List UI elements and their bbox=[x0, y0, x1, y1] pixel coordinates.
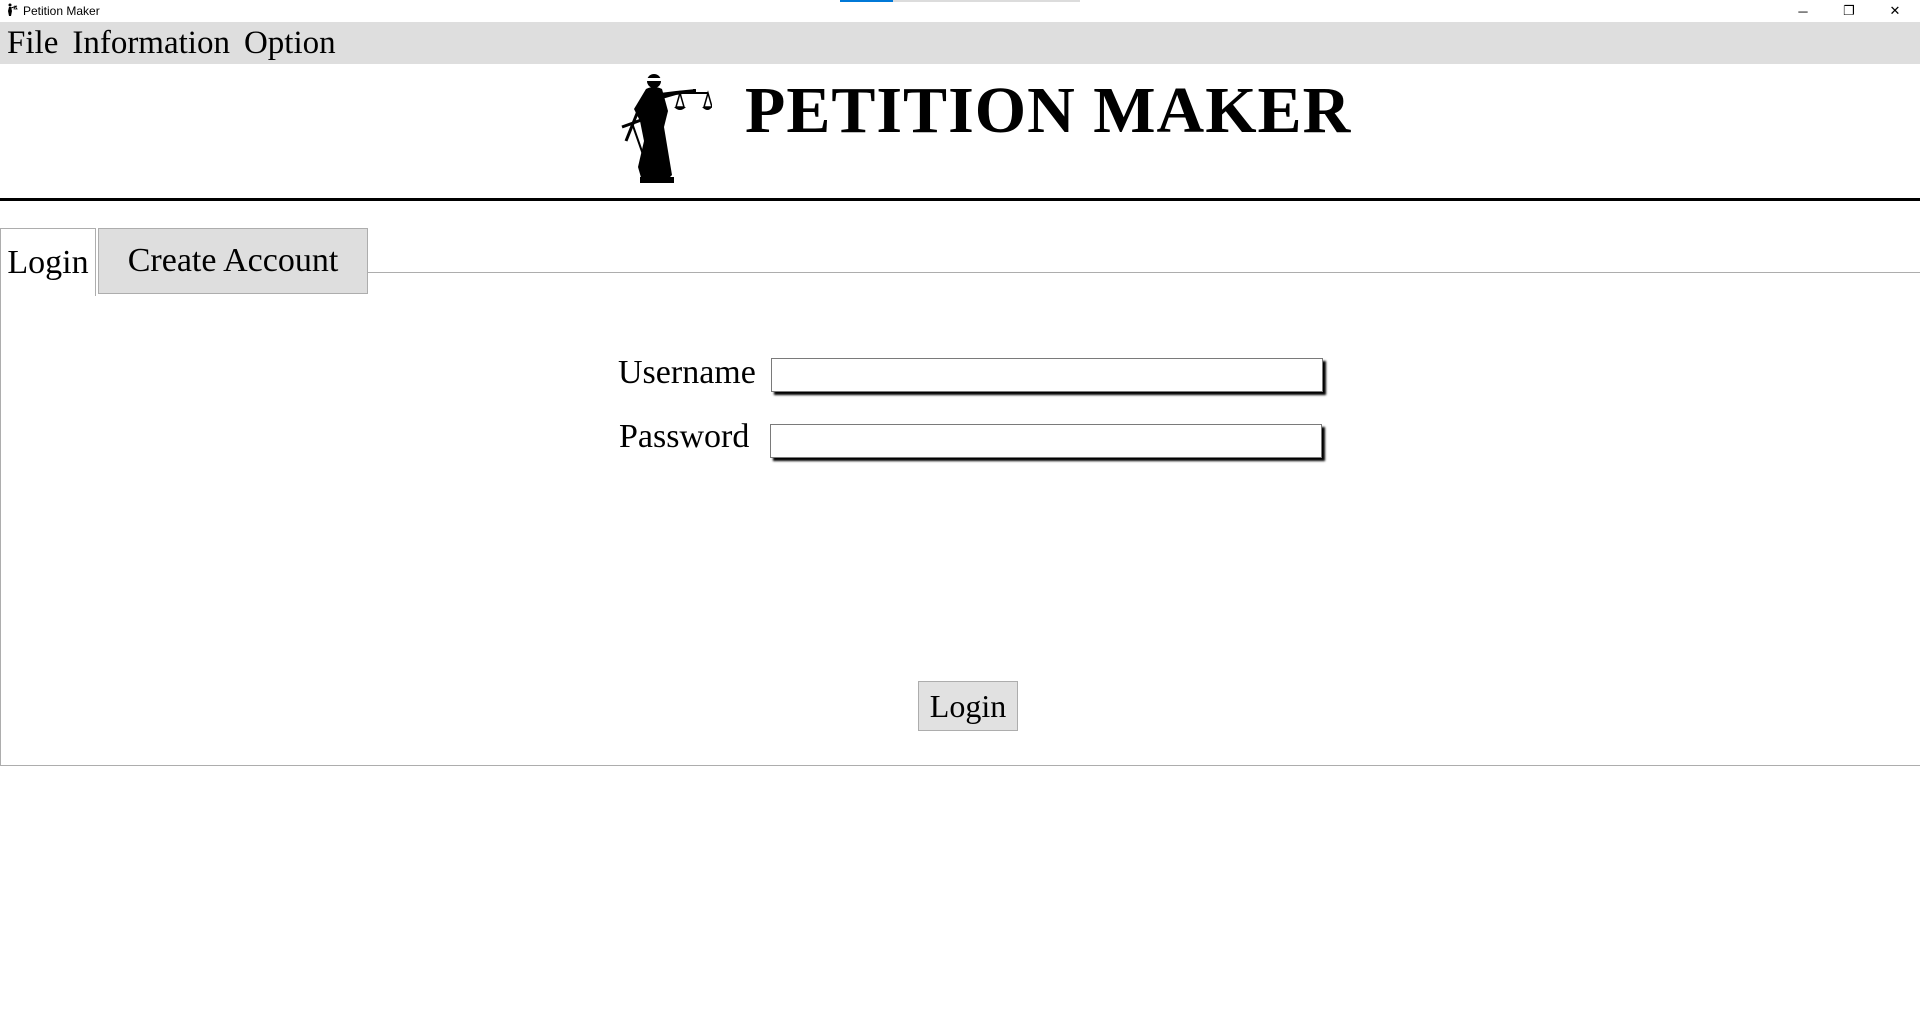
loading-progress-bar bbox=[840, 0, 1080, 2]
app-header: PETITION MAKER bbox=[0, 64, 1920, 200]
tab-login-label: Login bbox=[7, 243, 89, 281]
login-button[interactable]: Login bbox=[918, 681, 1018, 731]
close-icon: ✕ bbox=[1889, 3, 1901, 18]
window-title: Petition Maker bbox=[23, 4, 100, 18]
password-label: Password bbox=[619, 418, 750, 455]
restore-icon: ❐ bbox=[1843, 3, 1855, 18]
menu-file[interactable]: File bbox=[0, 22, 65, 64]
app-title: PETITION MAKER bbox=[745, 74, 1352, 147]
menu-bar: File Information Option bbox=[0, 22, 1920, 64]
minimize-icon: ─ bbox=[1798, 3, 1808, 19]
lady-justice-app-icon bbox=[8, 3, 18, 16]
password-input[interactable] bbox=[770, 424, 1322, 458]
tab-strip-divider bbox=[368, 272, 1920, 273]
username-label: Username bbox=[618, 354, 756, 391]
header-divider bbox=[0, 198, 1920, 201]
menu-option[interactable]: Option bbox=[237, 22, 343, 64]
username-input[interactable] bbox=[771, 358, 1323, 392]
loading-progress-fill bbox=[840, 0, 893, 2]
login-panel: Username Password Login bbox=[0, 294, 1920, 766]
window-titlebar: Petition Maker ─ ❐ ✕ bbox=[0, 0, 1920, 22]
tab-create-account[interactable]: Create Account bbox=[98, 228, 368, 294]
restore-button[interactable]: ❐ bbox=[1826, 0, 1872, 22]
menu-information[interactable]: Information bbox=[65, 22, 237, 64]
lady-justice-icon bbox=[621, 74, 712, 183]
tab-login[interactable]: Login bbox=[0, 228, 96, 296]
minimize-button[interactable]: ─ bbox=[1780, 0, 1826, 22]
close-button[interactable]: ✕ bbox=[1872, 0, 1918, 22]
tab-create-account-label: Create Account bbox=[127, 242, 339, 279]
